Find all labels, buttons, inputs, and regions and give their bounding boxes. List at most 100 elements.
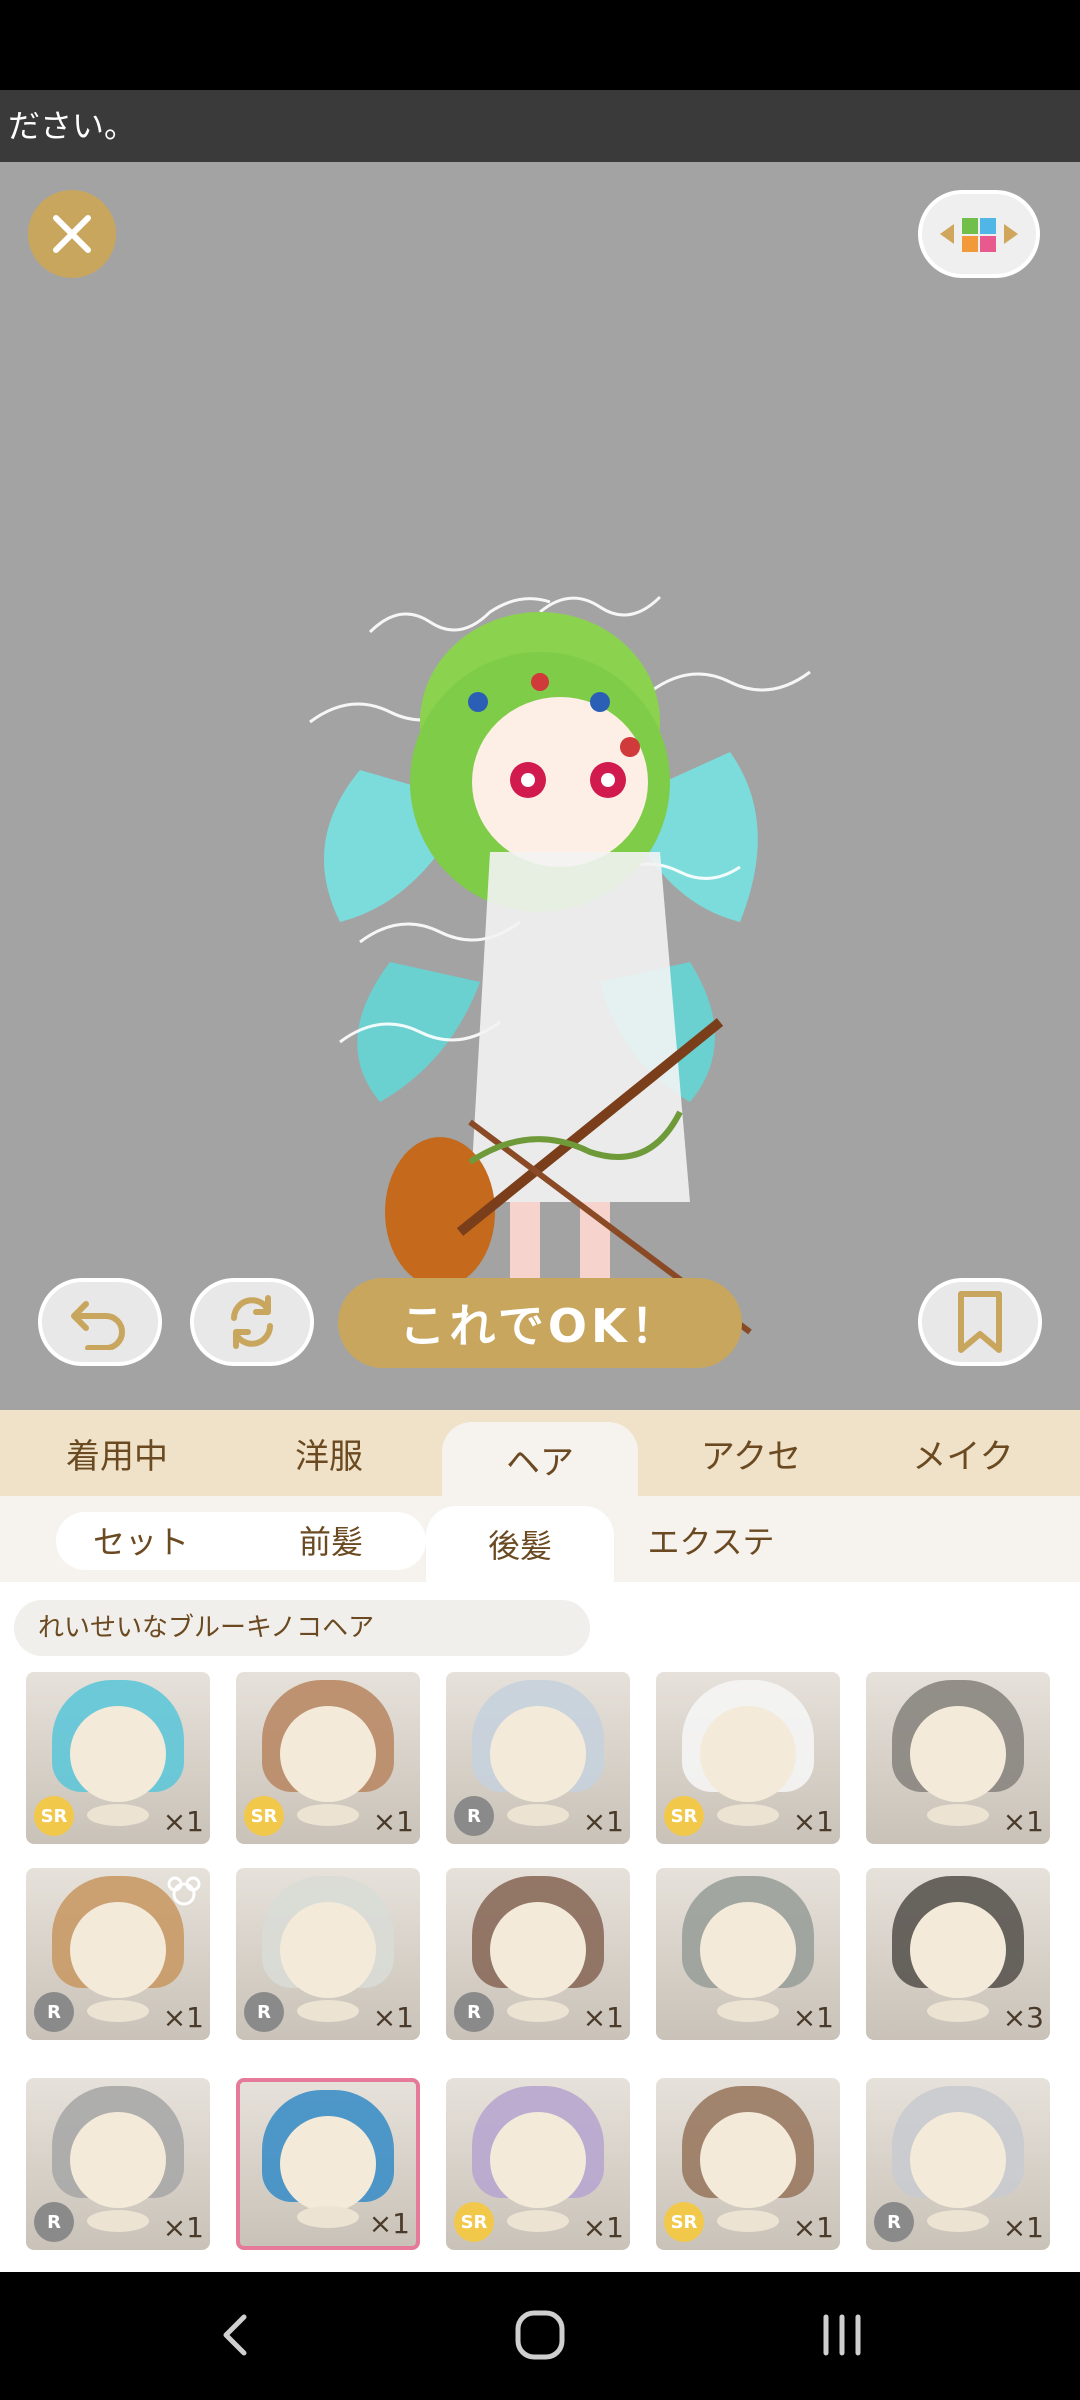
- mannequin-head: [70, 1902, 166, 1998]
- subtab-back-hair[interactable]: 後髪: [426, 1506, 614, 1582]
- refresh-icon: [231, 1295, 273, 1349]
- mannequin-neck: [297, 1804, 359, 1826]
- rarity-badge: R: [874, 2202, 914, 2242]
- item-count: ×1: [372, 1805, 414, 1838]
- back-icon: [223, 2314, 247, 2356]
- status-bar: [0, 0, 1080, 90]
- mannequin-neck: [87, 1804, 149, 1826]
- mannequin-head: [280, 1706, 376, 1802]
- mannequin-neck: [297, 2000, 359, 2022]
- bookmark-button[interactable]: [918, 1278, 1042, 1366]
- item-count: ×1: [582, 2001, 624, 2034]
- mannequin-neck: [87, 2210, 149, 2232]
- item-count: ×1: [1002, 1805, 1044, 1838]
- avatar-stage: [0, 162, 1080, 1410]
- item-count: ×3: [1002, 2001, 1044, 2034]
- hair-item[interactable]: R ×1: [26, 1868, 210, 2040]
- hair-item[interactable]: ×1: [866, 1672, 1050, 1844]
- mannequin-neck: [717, 1804, 779, 1826]
- palette-button[interactable]: [918, 190, 1040, 278]
- mannequin-head: [490, 2112, 586, 2208]
- tab-clothes[interactable]: 洋服: [226, 1410, 432, 1496]
- hair-item[interactable]: SR ×1: [446, 2078, 630, 2250]
- item-count: ×1: [582, 2211, 624, 2244]
- hair-item[interactable]: SR ×1: [656, 2078, 840, 2250]
- hair-item[interactable]: R ×1: [866, 2078, 1050, 2250]
- mannequin-neck: [507, 2210, 569, 2232]
- nav-recents-button[interactable]: [802, 2300, 882, 2370]
- mannequin-head: [70, 1706, 166, 1802]
- rarity-badge: R: [244, 1992, 284, 2032]
- close-icon: [53, 215, 91, 253]
- rarity-badge: R: [454, 1992, 494, 2032]
- mannequin-head: [700, 2112, 796, 2208]
- selected-item-name: れいせいなブルーキノコヘア: [14, 1600, 590, 1656]
- item-count: ×1: [792, 2211, 834, 2244]
- hair-item-selected[interactable]: ×1: [236, 2078, 420, 2250]
- home-icon: [515, 2310, 565, 2360]
- hair-item[interactable]: SR ×1: [26, 1672, 210, 1844]
- item-count: ×1: [162, 2001, 204, 2034]
- undo-button[interactable]: [38, 1278, 162, 1366]
- subtab-extensions[interactable]: エクステ: [626, 1510, 796, 1570]
- reset-button[interactable]: [190, 1278, 314, 1366]
- avatar-illustration: [309, 595, 811, 1335]
- item-count: ×1: [582, 1805, 624, 1838]
- hair-item[interactable]: ×1: [656, 1868, 840, 2040]
- mannequin-head: [910, 2112, 1006, 2208]
- mannequin-neck: [297, 2206, 359, 2228]
- undo-icon: [71, 1301, 125, 1350]
- rarity-badge: SR: [664, 1796, 704, 1836]
- mannequin-neck: [87, 2000, 149, 2022]
- recents-icon: [823, 2314, 861, 2356]
- item-count: ×1: [372, 2001, 414, 2034]
- close-button[interactable]: [28, 190, 116, 278]
- mannequin-neck: [507, 2000, 569, 2022]
- mannequin-neck: [927, 2210, 989, 2232]
- mannequin-head: [490, 1902, 586, 1998]
- nav-home-button[interactable]: [500, 2300, 580, 2370]
- mannequin-head: [910, 1706, 1006, 1802]
- tab-accessory[interactable]: アクセ: [648, 1410, 854, 1496]
- tab-wearing[interactable]: 着用中: [14, 1410, 220, 1496]
- item-count: ×1: [162, 2211, 204, 2244]
- mannequin-head: [280, 1902, 376, 1998]
- rarity-badge: SR: [34, 1796, 74, 1836]
- bear-icon: [167, 1876, 201, 1906]
- mannequin-head: [490, 1706, 586, 1802]
- hair-item[interactable]: R ×1: [446, 1672, 630, 1844]
- hair-item[interactable]: R ×1: [26, 2078, 210, 2250]
- hair-item[interactable]: R ×1: [236, 1868, 420, 2040]
- mannequin-head: [70, 2112, 166, 2208]
- rarity-badge: SR: [664, 2202, 704, 2242]
- mannequin-neck: [717, 2000, 779, 2022]
- item-count: ×1: [1002, 2211, 1044, 2244]
- mannequin-head: [700, 1902, 796, 1998]
- tab-makeup[interactable]: メイク: [860, 1410, 1066, 1496]
- rarity-badge: R: [454, 1796, 494, 1836]
- subtab-front-hair[interactable]: 前髪: [246, 1510, 416, 1570]
- rarity-badge: R: [34, 2202, 74, 2242]
- hair-item[interactable]: R ×1: [446, 1868, 630, 2040]
- notice-banner: ださい。: [0, 90, 1080, 162]
- hair-item[interactable]: SR ×1: [656, 1672, 840, 1844]
- mannequin-neck: [717, 2210, 779, 2232]
- hair-item[interactable]: SR ×1: [236, 1672, 420, 1844]
- mannequin-head: [280, 2116, 376, 2212]
- mannequin-neck: [507, 1804, 569, 1826]
- color-palette-icon: [940, 218, 1018, 252]
- subtab-set[interactable]: セット: [56, 1510, 226, 1570]
- item-count: ×1: [368, 2207, 410, 2240]
- rarity-badge: SR: [244, 1796, 284, 1836]
- mannequin-neck: [927, 1804, 989, 1826]
- item-count: ×1: [792, 2001, 834, 2034]
- tab-hair[interactable]: ヘア: [442, 1422, 638, 1496]
- nav-back-button[interactable]: [196, 2300, 276, 2370]
- confirm-ok-button[interactable]: これでOK！: [338, 1278, 742, 1368]
- mannequin-head: [700, 1706, 796, 1802]
- bookmark-icon: [958, 1291, 1002, 1353]
- hair-item[interactable]: ×3: [866, 1868, 1050, 2040]
- mannequin-neck: [927, 2000, 989, 2022]
- item-count: ×1: [792, 1805, 834, 1838]
- item-count: ×1: [162, 1805, 204, 1838]
